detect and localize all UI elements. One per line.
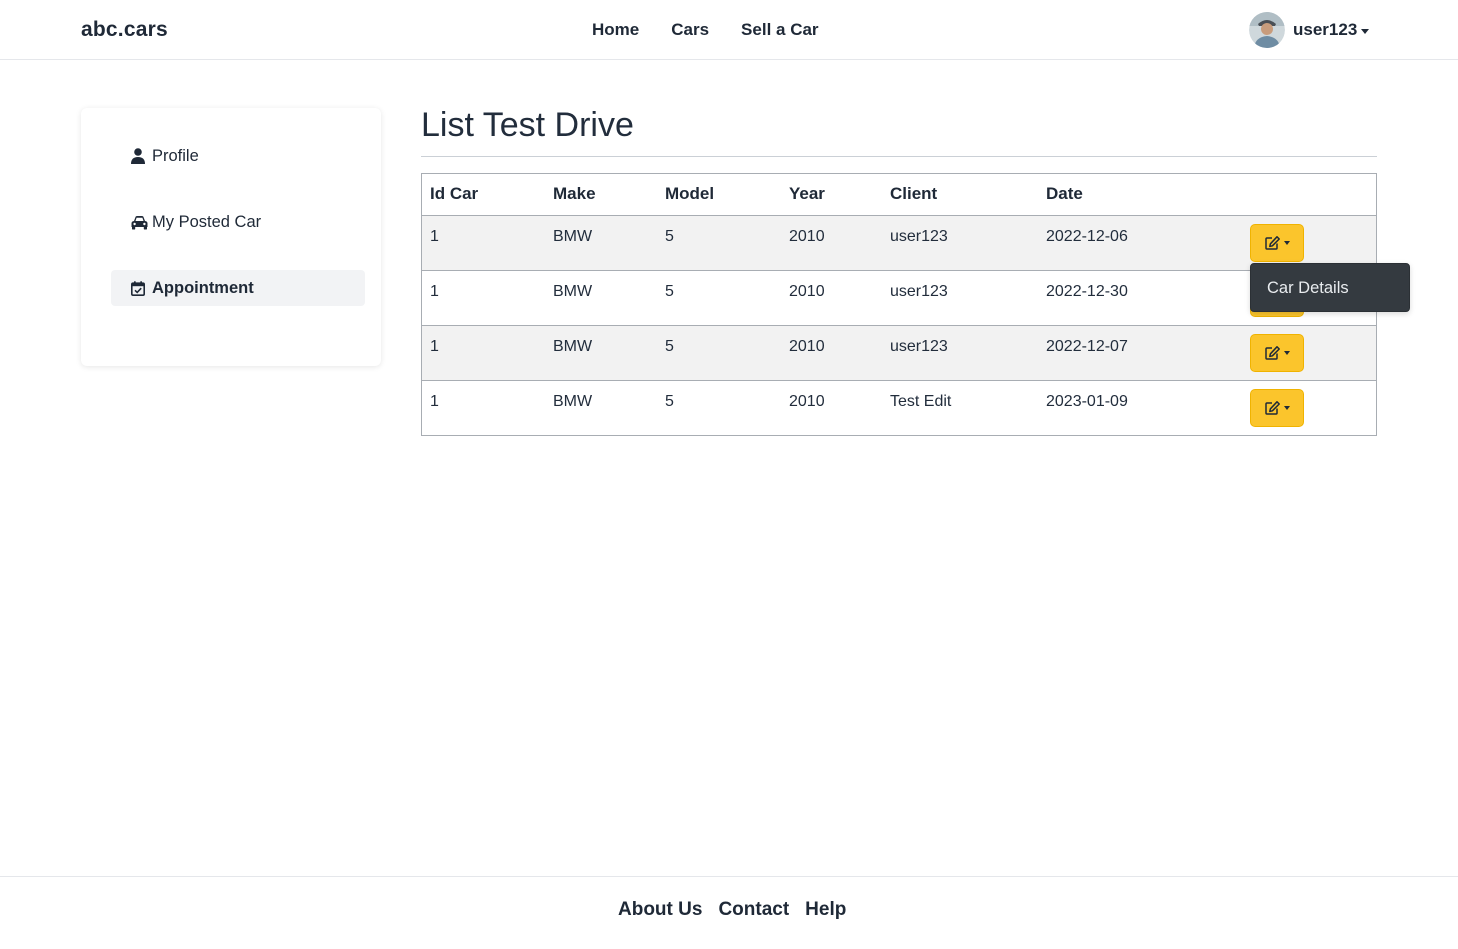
brand-logo[interactable]: abc.cars <box>81 18 168 42</box>
cell-id-car: 1 <box>422 215 545 271</box>
column-header-client: Client <box>882 174 1038 216</box>
column-header-id-car: Id Car <box>422 174 545 216</box>
caret-down-icon <box>1283 240 1290 245</box>
user-icon <box>131 148 149 164</box>
car-icon <box>131 215 149 230</box>
cell-year: 2010 <box>789 392 825 410</box>
row-action-dropdown-menu: Car Details <box>1250 263 1410 312</box>
top-navbar: abc.cars Home Cars Sell a Car user123 <box>0 0 1458 60</box>
column-header-model: Model <box>657 174 781 216</box>
cell-year: 2010 <box>781 215 882 271</box>
cell-make: BMW <box>553 392 593 410</box>
main-nav: Home Cars Sell a Car <box>592 20 819 40</box>
cell-client: user123 <box>882 325 1038 381</box>
column-header-actions <box>1242 174 1376 216</box>
cell-make: BMW <box>545 270 657 326</box>
nav-link-sell-a-car[interactable]: Sell a Car <box>741 20 819 40</box>
cell-client: user123 <box>882 215 1038 271</box>
user-name: user123 <box>1293 20 1358 39</box>
cell-date: 2023-01-09 <box>1046 392 1128 410</box>
sidebar-item-appointment[interactable]: Appointment <box>111 270 365 306</box>
caret-down-icon <box>1283 350 1290 355</box>
avatar <box>1249 12 1285 48</box>
sidebar-item-label: My Posted Car <box>152 212 262 231</box>
cell-id-car: 1 <box>430 392 439 410</box>
footer-link-about-us[interactable]: About Us <box>618 899 702 921</box>
table-header-row: Id Car Make Model Year Client Date <box>422 174 1376 216</box>
cell-date: 2022-12-07 <box>1038 325 1242 381</box>
nav-link-home[interactable]: Home <box>592 20 639 40</box>
cell-id-car: 1 <box>422 325 545 381</box>
cell-model: 5 <box>657 325 781 381</box>
cell-id-car: 1 <box>422 270 545 326</box>
cell-actions <box>1242 325 1376 381</box>
cell-year: 2010 <box>781 270 882 326</box>
sidebar-item-my-posted-car[interactable]: My Posted Car <box>111 204 365 240</box>
test-drive-table: Id Car Make Model Year Client Date 1 BMW… <box>421 173 1377 436</box>
cell-actions <box>1242 380 1376 435</box>
row-action-dropdown-button[interactable] <box>1250 223 1304 262</box>
column-header-make: Make <box>545 174 657 216</box>
footer: About Us Contact Help <box>0 876 1458 949</box>
footer-nav: About Us Contact Help <box>618 899 846 921</box>
edit-icon <box>1264 235 1280 250</box>
column-header-year: Year <box>781 174 882 216</box>
cell-client: Test Edit <box>890 392 952 410</box>
edit-icon <box>1264 400 1280 415</box>
table-row: 1 BMW 5 2010 user123 2022-12-30 <box>422 270 1376 326</box>
cell-make: BMW <box>545 215 657 271</box>
cell-client: user123 <box>882 270 1038 326</box>
nav-link-cars[interactable]: Cars <box>671 20 709 40</box>
edit-icon <box>1264 345 1280 360</box>
cell-date: 2022-12-30 <box>1038 270 1242 326</box>
footer-link-help[interactable]: Help <box>805 899 846 921</box>
row-action-dropdown-button[interactable] <box>1250 333 1304 372</box>
caret-down-icon <box>1283 405 1290 410</box>
user-menu-toggle[interactable]: user123 <box>1249 12 1370 48</box>
chevron-down-icon <box>1361 28 1370 34</box>
sidebar-item-profile[interactable]: Profile <box>111 138 365 174</box>
cell-model: 5 <box>657 215 781 271</box>
footer-link-contact[interactable]: Contact <box>718 899 789 921</box>
cell-model: 5 <box>657 270 781 326</box>
column-header-date: Date <box>1038 174 1242 216</box>
table-row: 1 BMW 5 2010 user123 2022-12-06 <box>422 215 1376 271</box>
dropdown-item-car-details[interactable]: Car Details <box>1267 279 1349 298</box>
account-sidebar: Profile My Posted Car Appointment <box>81 108 381 366</box>
row-action-dropdown-button[interactable] <box>1250 388 1304 427</box>
table-row: 1 BMW 5 2010 user123 2022-12-07 <box>422 325 1376 381</box>
sidebar-item-label: Profile <box>152 146 199 165</box>
cell-year: 2010 <box>781 325 882 381</box>
divider <box>421 156 1377 157</box>
table-row: 1 BMW 5 2010 Test Edit 2023-01-09 <box>422 380 1376 435</box>
page-title: List Test Drive <box>421 106 634 144</box>
sidebar-item-label: Appointment <box>152 278 254 297</box>
calendar-check-icon <box>131 280 149 296</box>
cell-actions <box>1242 215 1376 271</box>
cell-date: 2022-12-06 <box>1038 215 1242 271</box>
cell-model: 5 <box>665 392 674 410</box>
cell-make: BMW <box>545 325 657 381</box>
